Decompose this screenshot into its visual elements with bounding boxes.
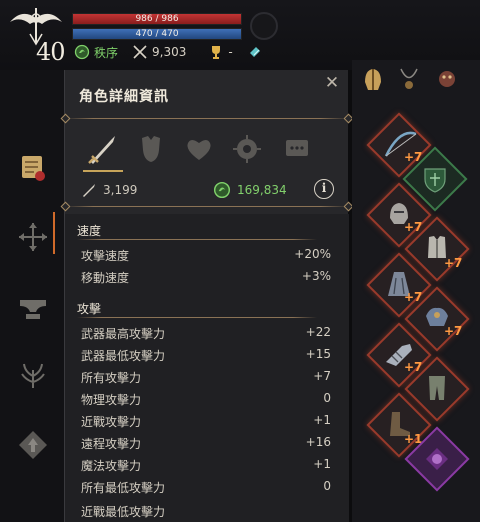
trophy-value: -: [228, 45, 233, 59]
stat-label: 遠程攻擊力: [81, 437, 142, 451]
hp-text: 986 / 986: [135, 14, 179, 24]
section-divider: [77, 317, 317, 318]
category-tab-underline: [83, 170, 123, 172]
mp-text: 470 / 470: [135, 29, 179, 39]
stat-label: 所有攻擊力: [81, 371, 142, 385]
scroll-icon[interactable]: [16, 150, 50, 184]
info-icon: i: [321, 181, 327, 195]
attack-power-value: 3,199: [103, 183, 138, 197]
left-nav-column: [0, 70, 64, 522]
stat-value: +3%: [301, 269, 331, 283]
stat-label: 近戰攻擊力: [81, 415, 142, 429]
stat-row: 遠程攻擊力 +16: [81, 432, 331, 454]
hud-menu-circle-button[interactable]: [250, 12, 278, 40]
stat-row: 所有攻擊力 +7: [81, 366, 331, 388]
stat-row: 所有最低攻擊力 0: [81, 476, 331, 498]
stat-row: 攻擊速度 +20%: [81, 244, 331, 266]
alignment-icon: [213, 181, 231, 199]
power-divider: [65, 206, 349, 207]
purple-emblem-icon: [426, 448, 448, 470]
helmet-tab-icon[interactable]: [358, 64, 388, 94]
close-icon: ✕: [324, 73, 340, 93]
stat-value: 0: [323, 391, 331, 405]
stat-row: 近戰攻擊力 +1: [81, 410, 331, 432]
hp-bar: 986 / 986: [72, 13, 242, 25]
stat-row: 移動速度 +3%: [81, 266, 331, 288]
stat-row: 武器最低攻擊力 +15: [81, 344, 331, 366]
mp-bar: 470 / 470: [72, 28, 242, 40]
stat-value: 0: [323, 479, 331, 493]
enhance-level: +7: [444, 324, 463, 338]
alignment-icon: [74, 44, 90, 60]
armor-icon[interactable]: [131, 130, 171, 168]
diamond-up-icon[interactable]: [16, 428, 50, 462]
stat-row: 武器最高攻擊力 +22: [81, 322, 331, 344]
stat-value: +1: [313, 457, 331, 471]
character-details-panel: 角色詳細資訊 ✕ 3,199 169,834 i 速度 攻擊速度 +20% 移動…: [60, 70, 354, 522]
stat-value: +7: [313, 369, 331, 383]
crystal-icon: [249, 47, 260, 57]
stat-label: 所有最低攻擊力: [81, 481, 166, 495]
category-tabs: [65, 128, 349, 170]
creature-tab-icon[interactable]: [432, 64, 462, 94]
stat-label: 近戰最低攻擊力: [81, 505, 166, 519]
leg-armor-icon: [429, 376, 445, 400]
info-button[interactable]: i: [314, 179, 334, 199]
stat-value: +16: [305, 435, 331, 449]
anvil-icon[interactable]: [16, 290, 50, 324]
alignment-value: 169,834: [237, 183, 287, 197]
stat-value: +15: [305, 347, 331, 361]
shield-crest-icon: [424, 168, 446, 193]
trophy-icon: [212, 46, 221, 59]
tree-icon[interactable]: [16, 358, 50, 392]
small-sword-icon: [83, 184, 95, 197]
stat-label: 武器最高攻擊力: [81, 327, 166, 341]
crossed-swords-icon: [133, 45, 147, 59]
power-summary-row: 3,199 169,834 i: [65, 176, 349, 204]
section-title-speed: 速度: [77, 224, 102, 238]
stat-value: +22: [305, 325, 331, 339]
stat-label: 攻擊速度: [81, 249, 130, 263]
move-arrows-icon[interactable]: [16, 220, 50, 254]
heart-icon[interactable]: [179, 130, 219, 168]
stat-label: 武器最低攻擊力: [81, 349, 166, 363]
title-divider: [65, 118, 349, 119]
equipment-panel: +7 +7 +7 +7 +7 +7 +1: [352, 60, 480, 522]
necklace-tab-icon[interactable]: [394, 64, 424, 94]
character-level: 40: [36, 38, 66, 66]
stat-row: 魔法攻擊力 +1: [81, 454, 331, 476]
emblem-icon[interactable]: [227, 130, 267, 168]
hud-stats-row: 秩序 9,303 -: [74, 43, 267, 61]
stat-value: +20%: [294, 247, 331, 261]
alignment-label: 秩序: [94, 45, 119, 60]
section-title-attack: 攻擊: [77, 302, 102, 316]
section-divider: [77, 239, 317, 240]
stat-label: 移動速度: [81, 271, 130, 285]
stat-value: +1: [313, 413, 331, 427]
combat-power-value: 9,303: [152, 45, 187, 59]
stat-row: 近戰最低攻擊力: [81, 500, 331, 522]
left-nav-active-indicator: [53, 212, 55, 254]
stats-list: 速度 攻擊速度 +20% 移動速度 +3% 攻擊 武器最高攻擊力 +22 武器最…: [65, 214, 349, 522]
sword-icon[interactable]: [83, 130, 123, 168]
enhance-level: +7: [444, 256, 463, 270]
stat-label: 物理攻擊力: [81, 393, 142, 407]
close-button[interactable]: ✕: [319, 74, 345, 94]
chat-box-icon[interactable]: [277, 130, 317, 168]
stat-label: 魔法攻擊力: [81, 459, 142, 473]
stat-row: 物理攻擊力 0: [81, 388, 331, 410]
panel-title: 角色詳細資訊: [79, 89, 169, 105]
